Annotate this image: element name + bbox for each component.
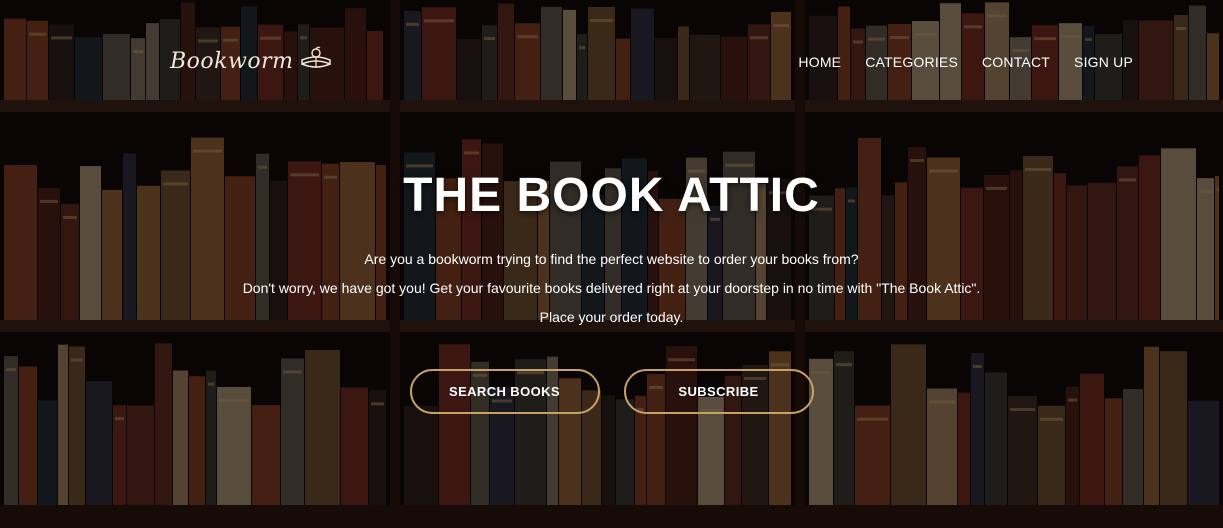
hero-line-3: Place your order today. — [539, 309, 684, 325]
hero-line-1: Are you a bookworm trying to find the pe… — [364, 251, 859, 267]
hero-section: THE BOOK ATTIC Are you a bookworm trying… — [0, 0, 1223, 528]
hero-title: THE BOOK ATTIC — [403, 169, 820, 222]
hero-line-2: Don't worry, we have got you! Get your f… — [242, 280, 981, 296]
search-books-button[interactable]: SEARCH BOOKS — [409, 369, 600, 414]
subscribe-button[interactable]: SUBSCRIBE — [623, 369, 814, 414]
hero-buttons: SEARCH BOOKS SUBSCRIBE — [0, 369, 1223, 414]
